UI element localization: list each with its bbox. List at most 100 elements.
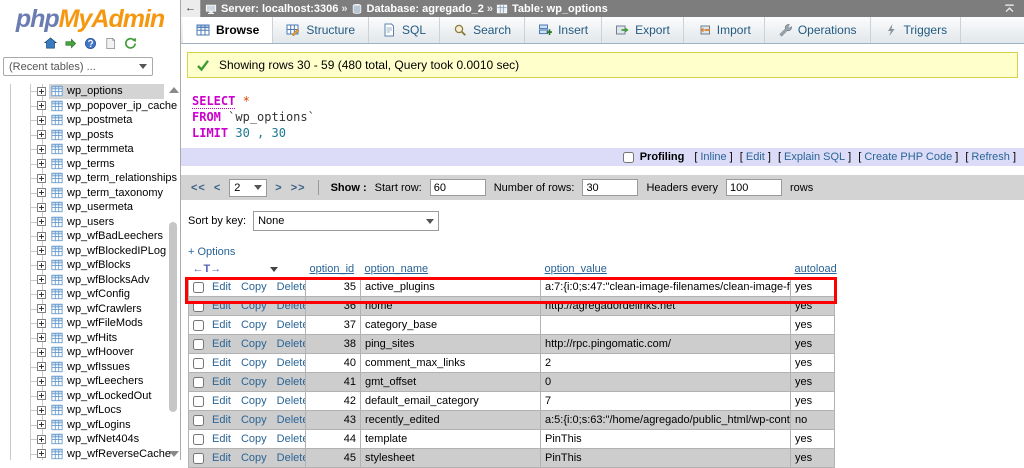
scroll-up-icon[interactable] xyxy=(169,87,179,93)
row-checkbox[interactable] xyxy=(193,282,204,293)
expand-plus-icon[interactable] xyxy=(37,87,46,96)
start-row-input[interactable] xyxy=(430,179,486,196)
tab-search[interactable]: Search xyxy=(440,17,525,43)
sidebar-item-wp_wfLogins[interactable]: wp_wfLogins xyxy=(0,418,180,433)
sidebar-item-wp_wfBadLeechers[interactable]: wp_wfBadLeechers xyxy=(0,229,180,244)
column-header-option-id[interactable]: option_id xyxy=(310,263,355,275)
delete-link[interactable]: Delete xyxy=(277,395,306,407)
copy-link[interactable]: Copy xyxy=(241,414,267,426)
tab-sql[interactable]: SQL xyxy=(369,17,440,43)
prev-page-link[interactable]: < xyxy=(214,182,221,194)
copy-link[interactable]: Copy xyxy=(241,376,267,388)
expand-plus-icon[interactable] xyxy=(37,246,46,255)
expand-plus-icon[interactable] xyxy=(37,159,46,168)
expand-plus-icon[interactable] xyxy=(37,435,46,444)
expand-plus-icon[interactable] xyxy=(37,217,46,226)
profiling-link[interactable]: Inline xyxy=(697,151,729,163)
minimize-panel-icon[interactable] xyxy=(1003,3,1016,15)
delete-link[interactable]: Delete xyxy=(277,319,306,331)
row-checkbox[interactable] xyxy=(193,415,204,426)
delete-link[interactable]: Delete xyxy=(277,433,306,445)
expand-plus-icon[interactable] xyxy=(37,145,46,154)
edit-link[interactable]: Edit xyxy=(212,319,231,331)
edit-link[interactable]: Edit xyxy=(212,357,231,369)
sidebar-item-wp_posts[interactable]: wp_posts xyxy=(0,128,180,143)
collapse-navigation-button[interactable]: ← xyxy=(181,0,201,17)
sidebar-item-wp_users[interactable]: wp_users xyxy=(0,215,180,230)
sidebar-item-wp_wfCrawlers[interactable]: wp_wfCrawlers xyxy=(0,302,180,317)
delete-link[interactable]: Delete xyxy=(277,414,306,426)
sidebar-item-wp_wfReverseCache[interactable]: wp_wfReverseCache xyxy=(0,447,180,461)
sidebar-item-wp_usermeta[interactable]: wp_usermeta xyxy=(0,200,180,215)
sidebar-item-wp_termmeta[interactable]: wp_termmeta xyxy=(0,142,180,157)
expand-plus-icon[interactable] xyxy=(37,174,46,183)
home-icon[interactable] xyxy=(44,37,57,50)
options-toggle-link[interactable]: + Options xyxy=(188,246,1024,258)
sidebar-item-wp_wfBlockedIPLog[interactable]: wp_wfBlockedIPLog xyxy=(0,244,180,259)
edit-link[interactable]: Edit xyxy=(212,281,231,293)
delete-link[interactable]: Delete xyxy=(277,452,306,464)
row-checkbox[interactable] xyxy=(193,377,204,388)
num-rows-input[interactable] xyxy=(582,179,638,196)
expand-plus-icon[interactable] xyxy=(37,348,46,357)
row-checkbox[interactable] xyxy=(193,358,204,369)
page-select[interactable]: 2 xyxy=(229,179,267,197)
sidebar-item-wp_options[interactable]: wp_options xyxy=(0,84,180,99)
sidebar-item-wp_wfLeechers[interactable]: wp_wfLeechers xyxy=(0,374,180,389)
sort-descending-icon[interactable] xyxy=(270,267,278,272)
edit-link[interactable]: Edit xyxy=(212,452,231,464)
sidebar-item-wp_wfBlocksAdv[interactable]: wp_wfBlocksAdv xyxy=(0,273,180,288)
copy-link[interactable]: Copy xyxy=(241,281,267,293)
breadcrumb-item[interactable]: Server: localhost:3306 xyxy=(205,3,338,15)
tab-operations[interactable]: Operations xyxy=(765,17,871,43)
copy-link[interactable]: Copy xyxy=(241,452,267,464)
row-checkbox[interactable] xyxy=(193,453,204,464)
sort-key-select[interactable]: None xyxy=(253,211,439,231)
first-page-link[interactable]: << xyxy=(191,182,206,194)
sidebar-item-wp_term_relationships[interactable]: wp_term_relationships xyxy=(0,171,180,186)
sidebar-item-wp_wfHits[interactable]: wp_wfHits xyxy=(0,331,180,346)
sidebar-item-wp_wfIssues[interactable]: wp_wfIssues xyxy=(0,360,180,375)
copy-link[interactable]: Copy xyxy=(241,300,267,312)
edit-link[interactable]: Edit xyxy=(212,395,231,407)
copy-link[interactable]: Copy xyxy=(241,357,267,369)
profiling-link[interactable]: Create PHP Code xyxy=(861,151,955,163)
expand-plus-icon[interactable] xyxy=(37,290,46,299)
row-checkbox[interactable] xyxy=(193,301,204,312)
expand-plus-icon[interactable] xyxy=(37,391,46,400)
sidebar-item-wp_wfFileMods[interactable]: wp_wfFileMods xyxy=(0,316,180,331)
breadcrumb-item[interactable]: Database: agregado_2 xyxy=(351,3,484,15)
delete-link[interactable]: Delete xyxy=(277,338,306,350)
row-checkbox[interactable] xyxy=(193,320,204,331)
column-header-option-value[interactable]: option_value xyxy=(545,263,607,275)
logout-icon[interactable] xyxy=(64,37,77,50)
copy-link[interactable]: Copy xyxy=(241,319,267,331)
edit-link[interactable]: Edit xyxy=(212,300,231,312)
headers-every-input[interactable] xyxy=(726,179,782,196)
docs-icon[interactable] xyxy=(104,37,117,50)
row-checkbox[interactable] xyxy=(193,434,204,445)
sidebar-item-wp_wfHoover[interactable]: wp_wfHoover xyxy=(0,345,180,360)
profiling-link[interactable]: Edit xyxy=(743,151,768,163)
sidebar-item-wp_wfLockedOut[interactable]: wp_wfLockedOut xyxy=(0,389,180,404)
expand-plus-icon[interactable] xyxy=(37,232,46,241)
help-icon[interactable] xyxy=(84,37,97,50)
sidebar-item-wp_postmeta[interactable]: wp_postmeta xyxy=(0,113,180,128)
edit-link[interactable]: Edit xyxy=(212,414,231,426)
tab-import[interactable]: Import xyxy=(684,17,765,43)
profiling-link[interactable]: Refresh xyxy=(968,151,1013,163)
sidebar-scrollbar[interactable] xyxy=(167,84,179,460)
profiling-checkbox[interactable] xyxy=(623,152,634,163)
sidebar-item-wp_wfConfig[interactable]: wp_wfConfig xyxy=(0,287,180,302)
scroll-down-icon[interactable] xyxy=(169,451,179,457)
tab-structure[interactable]: Structure xyxy=(273,17,369,43)
expand-plus-icon[interactable] xyxy=(37,362,46,371)
expand-plus-icon[interactable] xyxy=(37,116,46,125)
tab-browse[interactable]: Browse xyxy=(183,17,273,43)
column-header-option-name[interactable]: option_name xyxy=(365,263,429,275)
expand-plus-icon[interactable] xyxy=(37,275,46,284)
last-page-link[interactable]: >> xyxy=(291,182,306,194)
edit-link[interactable]: Edit xyxy=(212,376,231,388)
tab-insert[interactable]: Insert xyxy=(525,17,602,43)
expand-plus-icon[interactable] xyxy=(37,406,46,415)
